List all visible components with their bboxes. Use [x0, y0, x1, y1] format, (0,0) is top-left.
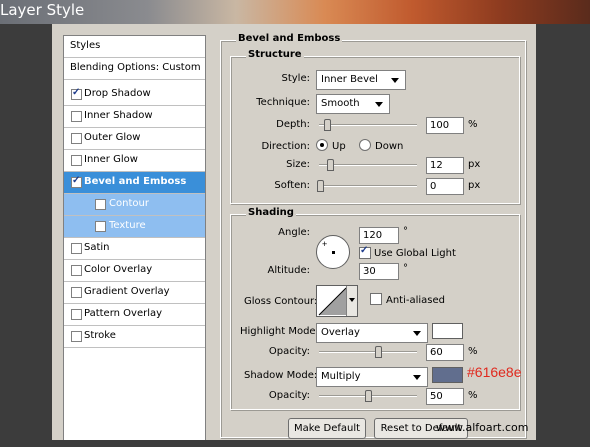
bottom-edge	[52, 440, 536, 447]
direction-label: Direction:	[261, 141, 310, 152]
layer-style-dialog: Styles Blending Options: Custom Drop Sha…	[52, 24, 536, 447]
checkbox[interactable]	[71, 111, 82, 122]
style-item-bevel-emboss[interactable]: Bevel and Emboss	[64, 172, 205, 194]
global-light-checkbox[interactable]	[359, 245, 371, 259]
anti-aliased-label: Anti-aliased	[386, 295, 446, 306]
chevron-down-icon	[375, 102, 383, 107]
shadow-opacity-unit: %	[468, 390, 478, 401]
make-default-button[interactable]: Make Default	[288, 418, 366, 439]
title-bar: Layer Style	[0, 0, 590, 24]
style-label: Style:	[281, 73, 311, 84]
gloss-contour-label: Gloss Contour:	[244, 296, 318, 307]
chevron-down-icon	[413, 331, 421, 336]
size-unit: px	[468, 159, 481, 170]
shadow-color-annotation: #616e8e	[467, 364, 522, 380]
direction-down-label: Down	[375, 141, 404, 152]
shadow-opacity-label: Opacity:	[268, 390, 310, 401]
watermark: www.alfoart.com	[436, 421, 529, 434]
chevron-down-icon	[349, 298, 355, 302]
depth-input[interactable]: 100	[426, 117, 464, 134]
angle-center-icon	[332, 251, 335, 254]
style-dropdown[interactable]: Inner Bevel	[316, 70, 406, 90]
gloss-contour-picker[interactable]	[316, 285, 358, 317]
checkbox[interactable]	[71, 87, 82, 100]
direction-up-radio[interactable]	[316, 139, 328, 151]
anti-aliased-checkbox[interactable]	[370, 293, 382, 305]
angle-dial[interactable]: +	[316, 235, 350, 269]
blending-options[interactable]: Blending Options: Custom	[64, 58, 205, 80]
soften-input[interactable]: 0	[426, 178, 464, 195]
technique-label: Technique:	[256, 97, 310, 108]
depth-unit: %	[468, 119, 478, 130]
highlight-mode-label: Highlight Mode:	[240, 326, 319, 337]
style-item-gradient-overlay[interactable]: Gradient Overlay	[64, 282, 205, 304]
direction-up-label: Up	[332, 141, 346, 152]
style-item-outer-glow[interactable]: Outer Glow	[64, 128, 205, 150]
size-label: Size:	[286, 159, 310, 170]
checkbox[interactable]	[71, 287, 82, 298]
size-input[interactable]: 12	[426, 157, 464, 174]
shadow-opacity-input[interactable]: 50	[426, 388, 464, 405]
window-title: Layer Style	[0, 1, 85, 19]
angle-unit: °	[403, 226, 408, 237]
checkbox[interactable]	[95, 221, 106, 232]
style-item-satin[interactable]: Satin	[64, 238, 205, 260]
style-item-inner-shadow[interactable]: Inner Shadow	[64, 106, 205, 128]
style-item-texture[interactable]: Texture	[64, 216, 205, 238]
checkbox[interactable]	[71, 309, 82, 320]
checkbox[interactable]	[71, 133, 82, 144]
highlight-opacity-thumb[interactable]	[375, 346, 382, 358]
highlight-mode-dropdown[interactable]: Overlay	[316, 323, 428, 343]
angle-crosshair-icon: +	[322, 239, 328, 249]
bevel-emboss-title: Bevel and Emboss	[236, 33, 343, 44]
shadow-opacity-thumb[interactable]	[365, 390, 372, 402]
styles-header[interactable]: Styles	[64, 36, 205, 58]
structure-title: Structure	[246, 49, 304, 60]
depth-slider-track[interactable]	[319, 124, 417, 126]
highlight-color-swatch[interactable]	[432, 323, 463, 339]
highlight-opacity-unit: %	[468, 346, 478, 357]
chevron-down-icon	[391, 78, 399, 83]
contour-preview-icon	[318, 287, 347, 316]
checkbox[interactable]	[71, 155, 82, 166]
checkbox[interactable]	[71, 265, 82, 276]
style-item-contour[interactable]: Contour	[64, 194, 205, 216]
shadow-mode-label: Shadow Mode:	[244, 370, 318, 381]
soften-label: Soften:	[274, 180, 310, 191]
style-item-color-overlay[interactable]: Color Overlay	[64, 260, 205, 282]
highlight-opacity-track[interactable]	[319, 351, 417, 353]
soften-unit: px	[468, 180, 481, 191]
checkbox[interactable]	[71, 243, 82, 254]
style-item-drop-shadow[interactable]: Drop Shadow	[64, 84, 205, 106]
chevron-down-icon	[413, 375, 421, 380]
style-item-pattern-overlay[interactable]: Pattern Overlay	[64, 304, 205, 326]
angle-label: Angle:	[278, 227, 310, 238]
direction-down-radio[interactable]	[359, 139, 371, 151]
shading-title: Shading	[246, 207, 296, 218]
soften-slider-track[interactable]	[319, 185, 417, 187]
altitude-input[interactable]: 30	[359, 263, 399, 280]
style-item-stroke[interactable]: Stroke	[64, 326, 205, 348]
gloss-dropdown-button[interactable]	[346, 286, 357, 316]
shadow-color-swatch[interactable]	[432, 367, 463, 383]
altitude-unit: °	[403, 263, 408, 274]
altitude-label: Altitude:	[267, 265, 310, 276]
highlight-opacity-input[interactable]: 60	[426, 344, 464, 361]
angle-input[interactable]: 120	[359, 227, 399, 244]
shadow-mode-dropdown[interactable]: Multiply	[316, 367, 428, 387]
size-slider-thumb[interactable]	[327, 159, 334, 171]
technique-dropdown[interactable]: Smooth	[316, 94, 390, 114]
styles-list: Styles Blending Options: Custom Drop Sha…	[63, 35, 206, 447]
depth-slider-thumb[interactable]	[324, 119, 331, 131]
checkbox[interactable]	[95, 199, 106, 210]
global-light-label: Use Global Light	[374, 248, 456, 259]
checkbox[interactable]	[71, 331, 82, 342]
depth-label: Depth:	[276, 119, 310, 130]
checkbox[interactable]	[71, 175, 82, 188]
soften-slider-thumb[interactable]	[317, 180, 324, 192]
style-item-inner-glow[interactable]: Inner Glow	[64, 150, 205, 172]
highlight-opacity-label: Opacity:	[268, 346, 310, 357]
